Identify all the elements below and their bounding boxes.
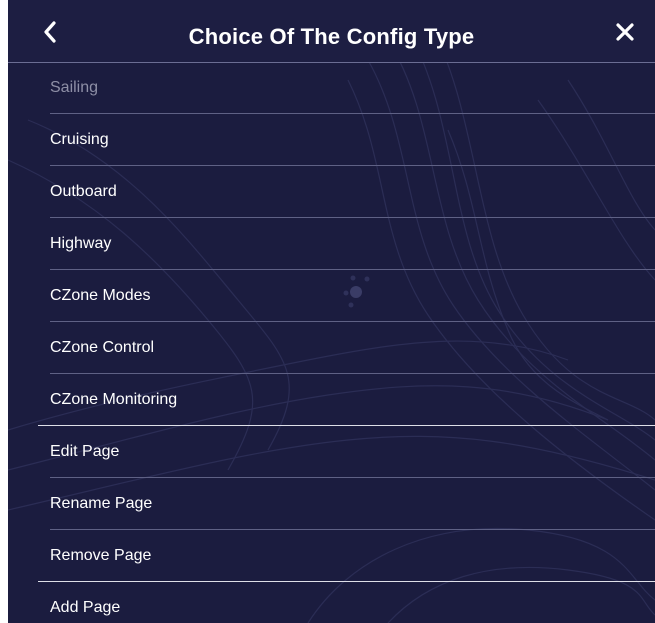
close-button[interactable] — [607, 14, 643, 50]
menu-item-add-page[interactable]: Add Page — [8, 582, 655, 623]
menu-item-label: CZone Control — [50, 339, 155, 356]
menu-item-label: CZone Modes — [50, 287, 151, 304]
menu-item-edit-page[interactable]: Edit Page — [8, 426, 655, 478]
menu-item-remove-page[interactable]: Remove Page — [8, 530, 655, 582]
config-type-menu: Sailing Cruising Outboard Highway CZone … — [8, 62, 655, 623]
menu-item-label: Edit Page — [50, 443, 120, 460]
chevron-left-icon — [44, 21, 56, 43]
menu-item-label: Outboard — [50, 183, 117, 200]
menu-item-czone-control[interactable]: CZone Control — [8, 322, 655, 374]
menu-item-label: Add Page — [50, 599, 121, 616]
close-icon — [616, 23, 634, 41]
config-type-screen: Choice Of The Config Type Sailing Cruisi… — [8, 0, 655, 623]
menu-item-cruising[interactable]: Cruising — [8, 114, 655, 166]
menu-item-rename-page[interactable]: Rename Page — [8, 478, 655, 530]
menu-item-sailing: Sailing — [8, 62, 655, 114]
menu-item-label: Sailing — [50, 79, 99, 96]
menu-item-czone-modes[interactable]: CZone Modes — [8, 270, 655, 322]
page-title: Choice Of The Config Type — [188, 24, 475, 49]
back-button[interactable] — [32, 14, 68, 50]
menu-item-label: Rename Page — [50, 495, 153, 512]
menu-item-label: Cruising — [50, 131, 109, 148]
menu-item-label: Remove Page — [50, 547, 152, 564]
menu-item-czone-monitoring[interactable]: CZone Monitoring — [8, 374, 655, 426]
menu-item-outboard[interactable]: Outboard — [8, 166, 655, 218]
title-bar: Choice Of The Config Type — [8, 0, 655, 63]
menu-item-label: CZone Monitoring — [50, 391, 178, 408]
menu-item-label: Highway — [50, 235, 112, 252]
menu-item-highway[interactable]: Highway — [8, 218, 655, 270]
